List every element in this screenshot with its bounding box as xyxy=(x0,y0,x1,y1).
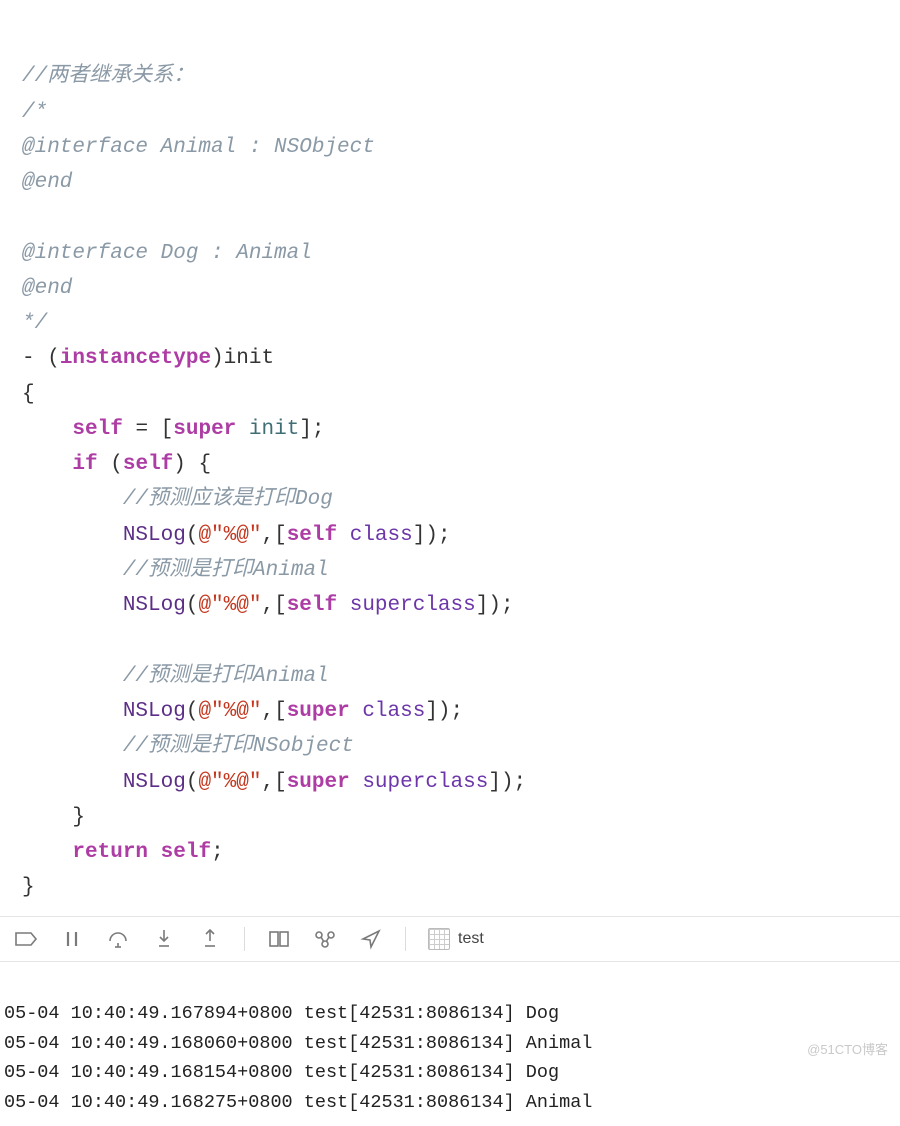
keyword-super: super xyxy=(173,418,236,441)
keyword-self: self xyxy=(161,841,211,864)
console-line: 05-04 10:40:49.167894+0800 test[42531:80… xyxy=(4,1003,559,1024)
memory-graph-icon[interactable] xyxy=(313,927,337,951)
code-token: ,[ xyxy=(261,700,286,723)
console-line: 05-04 10:40:49.168060+0800 test[42531:80… xyxy=(4,1033,592,1054)
code-editor[interactable]: //两者继承关系： /* @interface Animal : NSObjec… xyxy=(0,0,900,916)
nslog-call: NSLog xyxy=(123,594,186,617)
comment-line: //预测应该是打印Dog xyxy=(123,488,333,511)
code-token: ]; xyxy=(299,418,324,441)
code-token: ; xyxy=(211,841,224,864)
pause-icon[interactable] xyxy=(60,927,84,951)
method-call: superclass xyxy=(362,771,488,794)
code-token: ( xyxy=(186,594,199,617)
code-token: ( xyxy=(98,453,123,476)
string-literal: @"%@" xyxy=(198,594,261,617)
nslog-call: NSLog xyxy=(123,771,186,794)
comment-line: /* xyxy=(22,101,47,124)
console-output[interactable]: 05-04 10:40:49.167894+0800 test[42531:80… xyxy=(0,962,900,1126)
separator xyxy=(405,927,406,951)
comment-line: //预测是打印Animal xyxy=(123,665,329,688)
comment-line: */ xyxy=(22,312,47,335)
code-token xyxy=(236,418,249,441)
string-literal: @"%@" xyxy=(198,771,261,794)
brace-open: { xyxy=(22,383,35,406)
watermark: @51CTO博客 xyxy=(807,1039,888,1058)
breakpoint-toggle-icon[interactable] xyxy=(14,927,38,951)
string-literal: @"%@" xyxy=(198,524,261,547)
code-token: ]); xyxy=(413,524,451,547)
code-token: ,[ xyxy=(261,524,286,547)
brace-close: } xyxy=(22,876,35,899)
debug-toolbar: test xyxy=(0,916,900,962)
keyword-self: self xyxy=(287,524,337,547)
method-name: init xyxy=(224,347,274,370)
code-token: ) { xyxy=(173,453,211,476)
comment-line: @interface Animal : NSObject xyxy=(22,136,375,159)
comment-line: //预测是打印NSobject xyxy=(123,735,354,758)
code-token: ,[ xyxy=(261,594,286,617)
code-token: ) xyxy=(211,347,224,370)
app-grid-icon xyxy=(428,928,450,950)
step-into-icon[interactable] xyxy=(152,927,176,951)
code-token: ( xyxy=(47,347,60,370)
comment-line: @end xyxy=(22,277,72,300)
code-token: ]); xyxy=(488,771,526,794)
method-call: init xyxy=(249,418,299,441)
code-token: - xyxy=(22,347,35,370)
string-literal: @"%@" xyxy=(198,700,261,723)
comment-line: @interface Dog : Animal xyxy=(22,242,312,265)
comment-line: @end xyxy=(22,171,72,194)
console-line: 05-04 10:40:49.168275+0800 test[42531:80… xyxy=(4,1092,592,1113)
method-call: class xyxy=(350,524,413,547)
comment-line: //两者继承关系： xyxy=(22,65,194,88)
debug-view-icon[interactable] xyxy=(267,927,291,951)
scheme-name: test xyxy=(458,930,484,948)
keyword-instancetype: instancetype xyxy=(60,347,211,370)
code-token: ]); xyxy=(476,594,514,617)
code-token: ( xyxy=(186,524,199,547)
keyword-self: self xyxy=(287,594,337,617)
keyword-super: super xyxy=(287,771,350,794)
scheme-selector[interactable]: test xyxy=(428,928,484,950)
method-call: superclass xyxy=(350,594,476,617)
keyword-self: self xyxy=(123,453,173,476)
brace-close: } xyxy=(72,806,85,829)
method-call: class xyxy=(362,700,425,723)
step-over-icon[interactable] xyxy=(106,927,130,951)
step-out-icon[interactable] xyxy=(198,927,222,951)
code-token: ,[ xyxy=(261,771,286,794)
nslog-call: NSLog xyxy=(123,524,186,547)
nslog-call: NSLog xyxy=(123,700,186,723)
code-token: ( xyxy=(186,700,199,723)
code-token: ]); xyxy=(425,700,463,723)
separator xyxy=(244,927,245,951)
keyword-if: if xyxy=(72,453,97,476)
console-line: 05-04 10:40:49.168154+0800 test[42531:80… xyxy=(4,1062,559,1083)
location-icon[interactable] xyxy=(359,927,383,951)
keyword-super: super xyxy=(287,700,350,723)
comment-line: //预测是打印Animal xyxy=(123,559,329,582)
code-token: ( xyxy=(186,771,199,794)
keyword-return: return xyxy=(72,841,148,864)
code-token: = [ xyxy=(123,418,173,441)
keyword-self: self xyxy=(72,418,122,441)
